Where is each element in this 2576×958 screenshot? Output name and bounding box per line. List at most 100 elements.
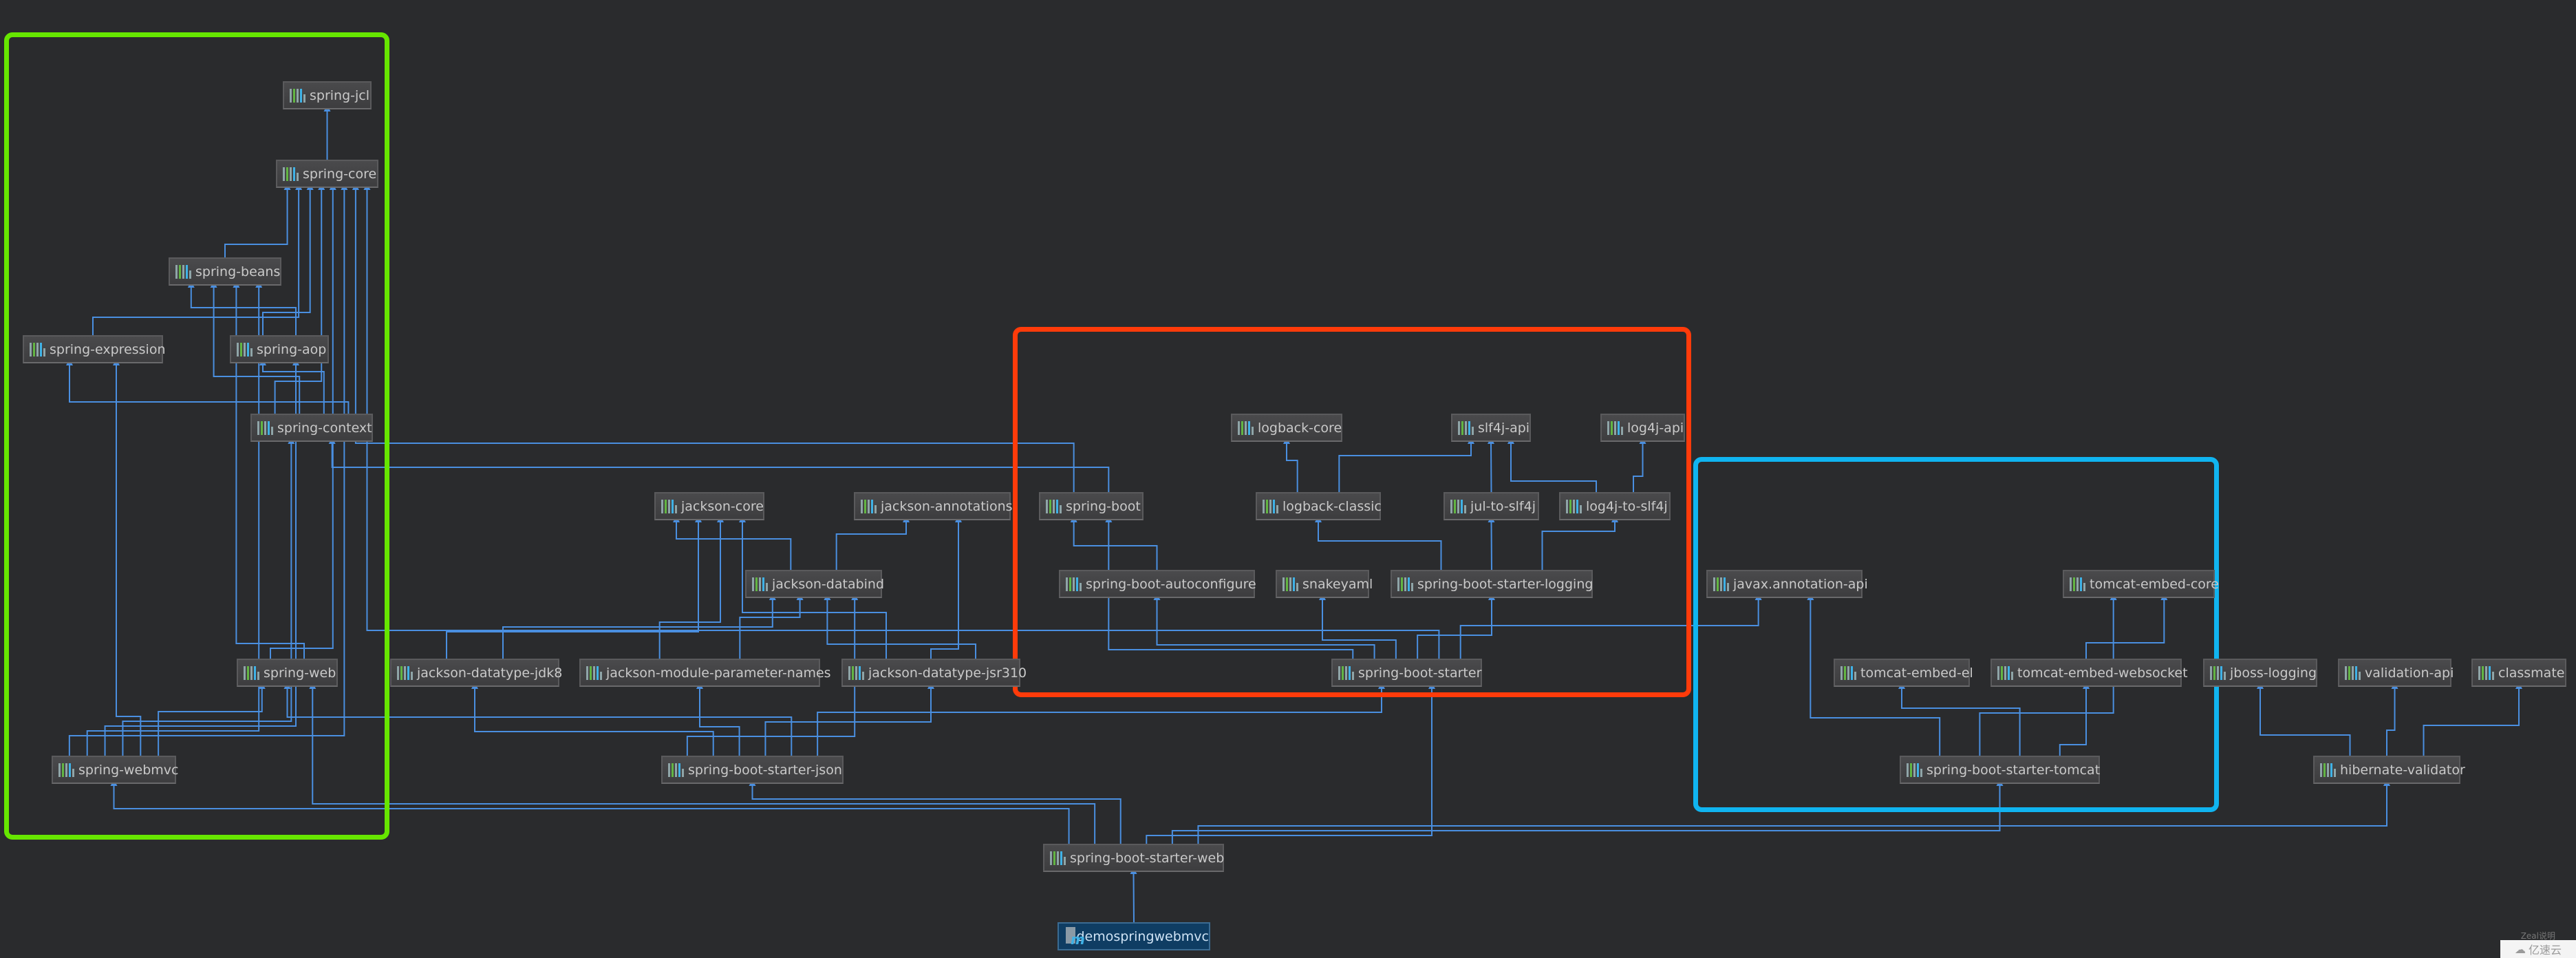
node-label: spring-boot-starter-web <box>1070 850 1225 866</box>
cloud-logo-icon: ☁ <box>2514 942 2526 956</box>
node-label: spring-beans <box>195 264 281 279</box>
library-icon <box>861 499 877 513</box>
library-icon <box>1907 763 1922 777</box>
node-label: jul-to-slf4j <box>1470 498 1536 514</box>
node-logback-classic[interactable]: logback-classic <box>1256 492 1382 520</box>
node-jackson-datatype-jdk8[interactable]: jackson-datatype-jdk8 <box>390 659 563 687</box>
node-spring-beans[interactable]: spring-beans <box>169 257 281 286</box>
edge-spring-boot-starter-web-to-spring-boot-starter <box>1146 682 1435 844</box>
node-validation-api[interactable]: validation-api <box>2338 659 2454 687</box>
node-spring-boot-starter-json[interactable]: spring-boot-starter-json <box>661 756 844 784</box>
node-label: javax.annotation-api <box>1733 576 1868 592</box>
library-icon <box>30 342 45 356</box>
node-label: spring-boot-autoconfigure <box>1086 576 1256 592</box>
library-icon <box>661 499 677 513</box>
edge-jackson-datatype-jsr310-to-jackson-annotations <box>930 515 962 659</box>
node-label: demospringwebmvc <box>1076 928 1209 944</box>
node-spring-boot-starter-logging[interactable]: spring-boot-starter-logging <box>1391 570 1593 598</box>
node-label: logback-core <box>1258 420 1342 436</box>
node-label: spring-boot-starter-logging <box>1417 576 1593 592</box>
edge-jackson-databind-to-jackson-annotations <box>835 515 910 570</box>
node-jul-to-slf4j[interactable]: jul-to-slf4j <box>1443 492 1539 520</box>
node-snakeyaml[interactable]: snakeyaml <box>1276 570 1373 598</box>
library-icon <box>668 763 684 777</box>
node-jackson-datatype-jsr310[interactable]: jackson-datatype-jsr310 <box>841 659 1027 687</box>
node-log4j-to-slf4j[interactable]: log4j-to-slf4j <box>1559 492 1671 520</box>
edge-jackson-datatype-jdk8-to-jackson-databind <box>502 593 776 659</box>
watermark: ☁ 亿速云 <box>2500 940 2576 958</box>
node-spring-context[interactable]: spring-context <box>250 414 373 442</box>
node-spring-web[interactable]: spring-web <box>237 659 338 687</box>
node-label: jackson-core <box>681 498 764 514</box>
node-spring-boot-starter-web[interactable]: spring-boot-starter-web <box>1043 844 1224 872</box>
library-icon <box>1282 577 1298 591</box>
library-icon <box>290 88 305 103</box>
node-label: tomcat-embed-websocket <box>2017 665 2188 681</box>
library-icon <box>2478 666 2494 680</box>
node-demospringwebmvc[interactable]: m demospringwebmvc <box>1058 922 1210 950</box>
library-icon <box>1997 666 2013 680</box>
edge-spring-boot-starter-web-to-spring-boot-starter-json <box>749 779 1121 844</box>
node-label: tomcat-embed-el <box>1860 665 1973 681</box>
node-spring-boot-autoconfigure[interactable]: spring-boot-autoconfigure <box>1059 570 1256 598</box>
library-icon <box>1458 421 1474 435</box>
node-label: spring-aop <box>257 341 327 357</box>
node-classmate[interactable]: classmate <box>2471 659 2566 687</box>
node-label: tomcat-embed-core <box>2090 576 2219 592</box>
node-log4j-api[interactable]: log4j-api <box>1600 414 1685 442</box>
node-spring-boot[interactable]: spring-boot <box>1039 492 1144 520</box>
library-icon <box>1397 577 1413 591</box>
node-slf4j-api[interactable]: slf4j-api <box>1451 414 1531 442</box>
node-label: spring-core <box>303 166 377 182</box>
node-label: jackson-datatype-jdk8 <box>417 665 563 681</box>
library-icon <box>2070 577 2085 591</box>
node-spring-boot-starter[interactable]: spring-boot-starter <box>1331 659 1482 687</box>
node-label: spring-expression <box>50 341 166 357</box>
node-jackson-module-parameter-names[interactable]: jackson-module-parameter-names <box>579 659 831 687</box>
node-tomcat-embed-websocket[interactable]: tomcat-embed-websocket <box>1990 659 2188 687</box>
node-spring-webmvc[interactable]: spring-webmvc <box>52 756 179 784</box>
node-label: validation-api <box>2365 665 2454 681</box>
edge-hibernate-validator-to-jboss-logging <box>2257 682 2351 756</box>
edge-jackson-databind-to-jackson-core <box>673 515 792 570</box>
library-icon <box>397 666 413 680</box>
edge-jackson-datatype-jsr310-to-jackson-databind <box>824 593 976 659</box>
node-javax-annotation-api[interactable]: javax.annotation-api <box>1706 570 1868 598</box>
node-jboss-logging[interactable]: jboss-logging <box>2203 659 2317 687</box>
node-label: spring-boot <box>1066 498 1141 514</box>
node-jackson-databind[interactable]: jackson-databind <box>745 570 885 598</box>
node-tomcat-embed-core[interactable]: tomcat-embed-core <box>2063 570 2219 598</box>
node-label: spring-jcl <box>310 87 370 103</box>
node-label: log4j-api <box>1627 420 1684 436</box>
library-icon <box>1046 499 1062 513</box>
library-icon <box>1840 666 1856 680</box>
node-label: jackson-datatype-jsr310 <box>868 665 1027 681</box>
node-label: jackson-databind <box>772 576 885 592</box>
node-jackson-annotations[interactable]: jackson-annotations <box>854 492 1013 520</box>
node-spring-jcl[interactable]: spring-jcl <box>283 81 372 109</box>
node-jackson-core[interactable]: jackson-core <box>654 492 764 520</box>
node-spring-core[interactable]: spring-core <box>276 160 378 188</box>
library-icon <box>1607 421 1623 435</box>
node-label: spring-web <box>264 665 336 681</box>
dependency-diagram-canvas[interactable]: spring-jcl spring-core spring-beans spring-… <box>0 0 2576 958</box>
node-logback-core[interactable]: logback-core <box>1231 414 1342 442</box>
library-icon <box>257 421 273 435</box>
node-hibernate-validator[interactable]: hibernate-validator <box>2313 756 2465 784</box>
node-tomcat-embed-el[interactable]: tomcat-embed-el <box>1834 659 1973 687</box>
library-icon <box>244 666 259 680</box>
node-label: spring-boot-starter <box>1358 665 1482 681</box>
edge-jackson-module-parameter-names-to-jackson-core <box>658 515 724 659</box>
edge-spring-boot-to-spring-core <box>352 183 1075 492</box>
node-spring-expression[interactable]: spring-expression <box>23 335 166 363</box>
library-icon <box>237 342 253 356</box>
library-icon <box>175 264 191 279</box>
library-icon <box>1566 499 1582 513</box>
edge-jackson-datatype-jdk8-to-jackson-core <box>446 515 702 659</box>
library-icon <box>58 763 74 777</box>
library-icon <box>2345 666 2361 680</box>
node-label: log4j-to-slf4j <box>1586 498 1668 514</box>
node-spring-aop[interactable]: spring-aop <box>230 335 329 363</box>
node-label: spring-boot-starter-json <box>688 762 842 778</box>
node-spring-boot-starter-tomcat[interactable]: spring-boot-starter-tomcat <box>1900 756 2100 784</box>
